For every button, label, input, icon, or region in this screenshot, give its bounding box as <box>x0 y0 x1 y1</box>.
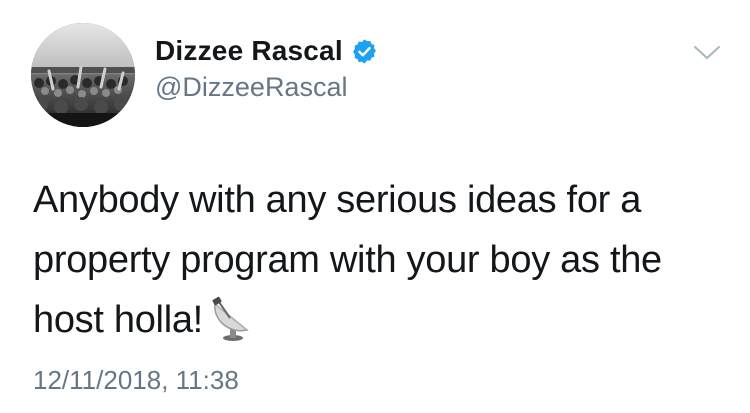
tweet-text-line: Anybody with any serious ideas for a <box>33 179 642 221</box>
avatar[interactable] <box>31 23 135 127</box>
tweet-timestamp[interactable]: 12/11/2018, 11:38 <box>33 365 239 396</box>
user-handle[interactable]: @DizzeeRascal <box>155 72 347 103</box>
satellite-dish-emoji <box>209 296 253 342</box>
display-name-row[interactable]: Dizzee Rascal <box>155 33 378 69</box>
tweet-text-line: property program with your boy as the <box>33 239 662 281</box>
tweet-text-line-content: host holla! <box>33 299 203 341</box>
tweet-text-line: host holla! <box>33 290 723 350</box>
chevron-down-icon[interactable] <box>693 44 721 62</box>
display-name[interactable]: Dizzee Rascal <box>155 35 343 67</box>
tweet-card: Dizzee Rascal @DizzeeRascal Anybody with… <box>0 0 750 413</box>
verified-badge-icon <box>351 38 378 65</box>
tweet-text: Anybody with any serious ideas for a pro… <box>33 170 723 350</box>
